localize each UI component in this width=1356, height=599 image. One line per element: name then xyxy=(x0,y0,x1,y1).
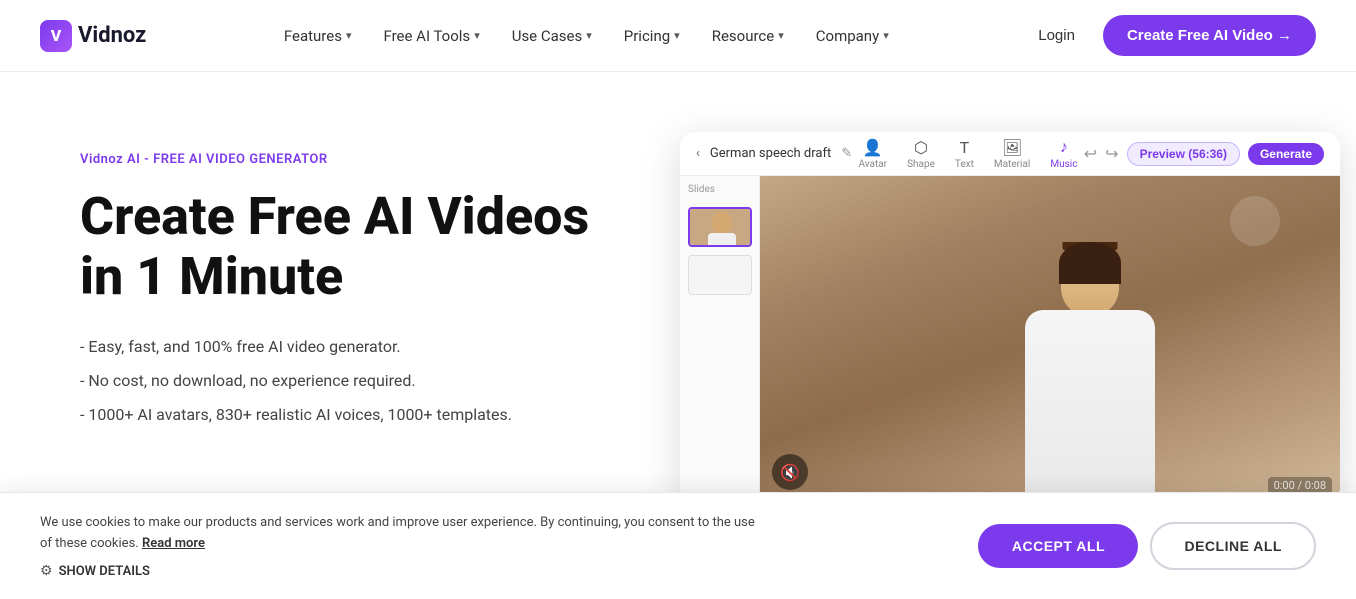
toolbar-left: ‹ German speech draft ✎ xyxy=(696,146,852,161)
avatar-icon: 👤 xyxy=(863,138,883,157)
nav-item-pricing[interactable]: Pricing ▾ xyxy=(610,19,694,53)
nav-item-free-ai-tools[interactable]: Free AI Tools ▾ xyxy=(369,19,493,53)
hero-left: Vidnoz AI - FREE AI VIDEO GENERATOR Crea… xyxy=(80,132,620,427)
chevron-down-icon: ▾ xyxy=(883,29,889,42)
draft-title: German speech draft xyxy=(710,146,831,161)
chevron-down-icon: ▾ xyxy=(586,29,592,42)
nav-item-use-cases[interactable]: Use Cases ▾ xyxy=(498,19,606,53)
decline-all-button[interactable]: DECLINE ALL xyxy=(1150,522,1316,570)
nav-links: Features ▾ Free AI Tools ▾ Use Cases ▾ P… xyxy=(270,19,903,53)
tool-avatar[interactable]: 👤 Avatar xyxy=(858,138,887,170)
hero-section: Vidnoz AI - FREE AI VIDEO GENERATOR Crea… xyxy=(0,72,1356,542)
redo-icon[interactable]: ↪ xyxy=(1105,144,1118,163)
accept-all-button[interactable]: ACCEPT ALL xyxy=(978,524,1138,568)
hero-title: Create Free AI Videos in 1 Minute xyxy=(80,187,620,307)
material-icon: 🖼 xyxy=(1002,138,1022,157)
slides-label: Slides xyxy=(688,184,751,195)
hero-badge: Vidnoz AI - FREE AI VIDEO GENERATOR xyxy=(80,152,620,167)
slide-thumb-1[interactable] xyxy=(688,207,752,247)
video-placeholder: 🔇 0:00 / 0:08 xyxy=(760,176,1340,502)
read-more-link[interactable]: Read more xyxy=(142,536,205,551)
cookie-banner: We use cookies to make our products and … xyxy=(0,492,1356,599)
generate-button[interactable]: Generate xyxy=(1248,143,1324,165)
cookie-right: ACCEPT ALL DECLINE ALL xyxy=(978,522,1316,570)
mute-button[interactable]: 🔇 xyxy=(772,454,808,490)
nav-right: Login Create Free AI Video → xyxy=(1026,15,1316,56)
navbar: V Vidnoz Features ▾ Free AI Tools ▾ Use … xyxy=(0,0,1356,72)
slides-panel: Slides xyxy=(680,176,760,502)
music-icon: ♪ xyxy=(1060,137,1068,157)
hero-bullets: - Easy, fast, and 100% free AI video gen… xyxy=(80,335,620,427)
tool-text[interactable]: T Text xyxy=(955,138,974,170)
gear-icon: ⚙ xyxy=(40,563,53,579)
mute-icon: 🔇 xyxy=(780,463,800,482)
text-icon: T xyxy=(960,138,970,157)
cookie-left: We use cookies to make our products and … xyxy=(40,513,958,579)
logo[interactable]: V Vidnoz xyxy=(40,20,146,52)
preview-main: 🔇 0:00 / 0:08 xyxy=(760,176,1340,502)
logo-icon: V xyxy=(40,20,72,52)
nav-item-features[interactable]: Features ▾ xyxy=(270,19,366,53)
back-icon[interactable]: ‹ xyxy=(696,146,700,161)
hero-right: ‹ German speech draft ✎ 👤 Avatar ⬡ Shape… xyxy=(680,132,1340,502)
preview-window: ‹ German speech draft ✎ 👤 Avatar ⬡ Shape… xyxy=(680,132,1340,502)
cookie-text: We use cookies to make our products and … xyxy=(40,513,760,555)
preview-button[interactable]: Preview (56:36) xyxy=(1127,142,1240,166)
toolbar-right: ↩ ↪ Preview (56:36) Generate xyxy=(1084,142,1324,166)
chevron-down-icon: ▾ xyxy=(674,29,680,42)
slide-thumb-2[interactable] xyxy=(688,255,752,295)
chevron-down-icon: ▾ xyxy=(346,29,352,42)
nav-item-company[interactable]: Company ▾ xyxy=(802,19,903,53)
shape-icon: ⬡ xyxy=(914,138,928,157)
undo-icon[interactable]: ↩ xyxy=(1084,144,1097,163)
show-details-button[interactable]: ⚙ SHOW DETAILS xyxy=(40,563,958,579)
chevron-down-icon: ▾ xyxy=(474,29,480,42)
hero-bullet-1: - Easy, fast, and 100% free AI video gen… xyxy=(80,335,620,359)
bg-orb xyxy=(1230,196,1280,246)
person-figure xyxy=(990,242,1190,502)
hero-bullet-3: - 1000+ AI avatars, 830+ realistic AI vo… xyxy=(80,403,620,427)
create-free-video-button[interactable]: Create Free AI Video → xyxy=(1103,15,1316,56)
logo-text: Vidnoz xyxy=(78,23,146,48)
tool-shape[interactable]: ⬡ Shape xyxy=(907,138,935,170)
person-body xyxy=(1025,310,1155,502)
login-button[interactable]: Login xyxy=(1026,19,1087,52)
tool-material[interactable]: 🖼 Material xyxy=(994,138,1030,170)
chevron-down-icon: ▾ xyxy=(778,29,784,42)
hero-bullet-2: - No cost, no download, no experience re… xyxy=(80,369,620,393)
edit-icon[interactable]: ✎ xyxy=(841,146,852,161)
nav-item-resource[interactable]: Resource ▾ xyxy=(698,19,798,53)
toolbar-tools: 👤 Avatar ⬡ Shape T Text 🖼 Material xyxy=(858,137,1077,170)
preview-toolbar: ‹ German speech draft ✎ 👤 Avatar ⬡ Shape… xyxy=(680,132,1340,176)
preview-body: Slides xyxy=(680,176,1340,502)
tool-music[interactable]: ♪ Music xyxy=(1050,137,1077,170)
person-hair xyxy=(1059,242,1121,284)
